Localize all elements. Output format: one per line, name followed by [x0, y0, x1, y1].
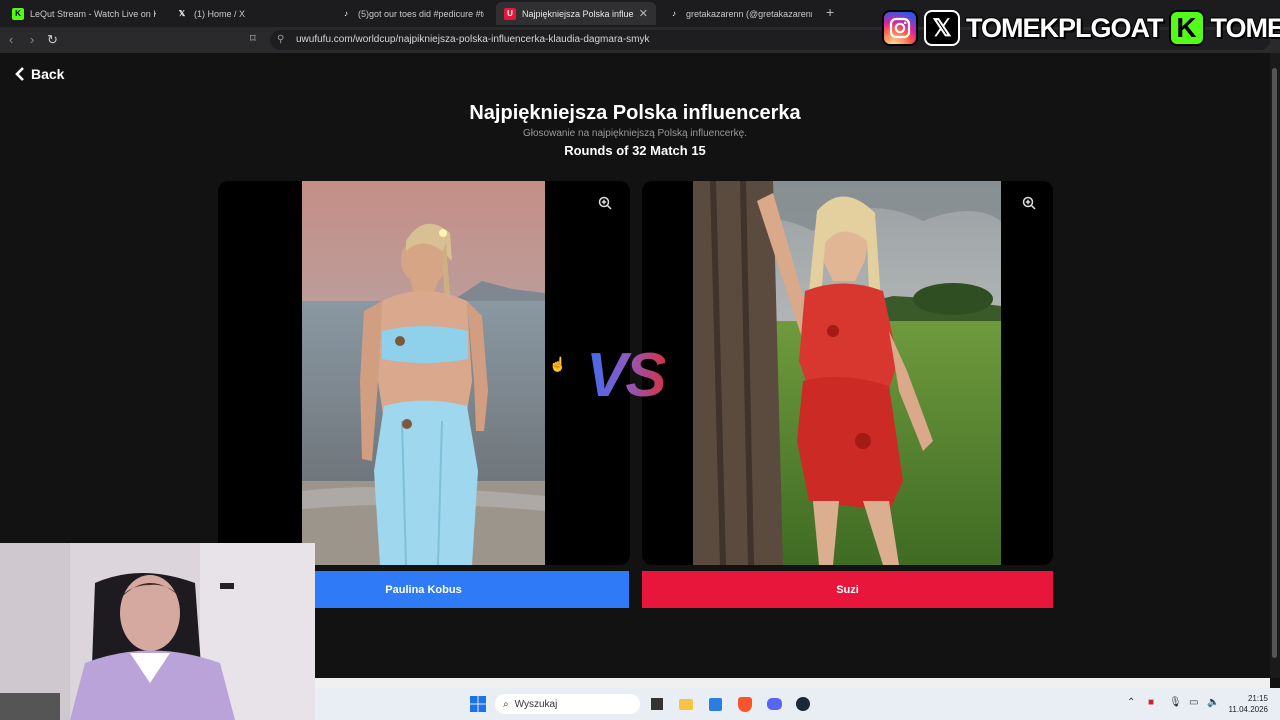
page-title: Najpiękniejsza Polska influencerka	[469, 102, 801, 124]
close-tab-icon[interactable]: ✕	[639, 7, 648, 20]
webcam-feed	[0, 543, 315, 720]
task-view-icon[interactable]	[647, 694, 667, 714]
x-logo-icon: 𝕏	[924, 10, 960, 46]
x-icon: 𝕏	[178, 9, 186, 18]
tab-x-home[interactable]: 𝕏 (1) Home / X	[168, 2, 328, 25]
back-arrow-icon[interactable]: ‹	[9, 32, 13, 47]
candidate-card-left[interactable]	[218, 181, 630, 565]
zoom-in-icon[interactable]	[598, 196, 612, 210]
clock-date: 11.04.2026	[1228, 705, 1268, 714]
tab-title: (1) Home / X	[194, 8, 246, 19]
file-explorer-icon[interactable]	[676, 694, 696, 714]
tab-title: LeQut Stream - Watch Live on Kick	[30, 8, 156, 19]
tab-title: Najpiękniejsza Polska influencerk	[522, 8, 633, 19]
instagram-icon	[882, 10, 918, 46]
steam-icon[interactable]	[793, 694, 813, 714]
page-description: Głosowanie na najpiękniejszą Polską infl…	[522, 128, 748, 139]
discord-icon[interactable]	[764, 694, 784, 714]
vote-button-right[interactable]: Suzi	[642, 571, 1053, 608]
url-text[interactable]: uwufufu.com/worldcup/najpikniejsza-polsk…	[296, 34, 650, 45]
microphone-icon[interactable]: 🎙	[1169, 697, 1182, 708]
search-icon: ⌕	[503, 698, 509, 710]
bookmark-icon[interactable]: ⌑	[250, 32, 256, 45]
start-menu-icon[interactable]	[468, 694, 488, 714]
tab-uwufufu[interactable]: U Najpiękniejsza Polska influencerk ✕	[496, 2, 656, 25]
store-icon[interactable]	[705, 694, 725, 714]
volume-icon[interactable]: 🔈	[1207, 697, 1219, 708]
site-settings-icon[interactable]: ⚲	[277, 34, 284, 45]
tab-title: (5)got our toes did #pedicure #toes	[358, 8, 484, 19]
horizontal-scrollbar[interactable]	[315, 678, 1270, 688]
uwufufu-icon: U	[504, 7, 516, 20]
round-indicator: Rounds of 32 Match 15	[564, 143, 706, 158]
tab-tiktok-pedicure[interactable]: ♪ (5)got our toes did #pedicure #toes	[332, 2, 492, 25]
kick-icon: K	[12, 7, 24, 20]
tab-kick[interactable]: K LeQut Stream - Watch Live on Kick	[4, 2, 164, 25]
tiktok-icon: ♪	[344, 9, 348, 18]
versus-label: VS	[586, 341, 667, 410]
kick-logo-icon: K	[1168, 10, 1205, 46]
tab-tiktok-greta[interactable]: ♪ gretakazarenn (@gretakazarenn) | T	[660, 2, 820, 25]
forward-arrow-icon[interactable]: ›	[30, 32, 34, 47]
back-button[interactable]: Back	[14, 66, 64, 82]
taskbar-search[interactable]: ⌕ Wyszukaj	[495, 694, 640, 714]
tab-title: gretakazarenn (@gretakazarenn) | T	[686, 8, 812, 19]
candidate-photo-left[interactable]	[302, 181, 545, 565]
reload-icon[interactable]: ↻	[47, 32, 58, 48]
candidate-photo-right[interactable]	[693, 181, 1001, 565]
stream-social-overlay: 𝕏 TOMEKPLGOAT K TOMEKPL	[882, 8, 1280, 48]
clock-time: 21:15	[1247, 694, 1268, 703]
zoom-in-icon[interactable]	[1022, 196, 1036, 210]
taskbar-clock[interactable]: 21:15 11.04.2026	[1229, 693, 1268, 715]
back-label: Back	[31, 66, 65, 82]
network-icon[interactable]: ▭	[1189, 697, 1198, 708]
mouse-cursor-icon: ☝	[549, 356, 567, 372]
windows-taskbar: ⌕ Wyszukaj ⌃ ■ 🎙 ▭ 🔈 21:15 11.04.2026	[315, 688, 1280, 720]
brave-browser-icon[interactable]	[735, 694, 755, 714]
candidate-card-right[interactable]	[642, 181, 1053, 565]
chevron-left-icon	[15, 67, 24, 81]
new-tab-button[interactable]: +	[826, 4, 834, 20]
taskbar-search-placeholder: Wyszukaj	[514, 698, 558, 710]
scrollbar-thumb[interactable]	[1272, 68, 1277, 658]
kick-handle: TOMEKPL	[1210, 12, 1280, 44]
tiktok-icon: ♪	[672, 9, 676, 18]
tray-app-icon[interactable]: ■	[1148, 697, 1154, 708]
tray-expand-icon[interactable]: ⌃	[1127, 697, 1135, 708]
x-handle: TOMEKPLGOAT	[965, 12, 1164, 44]
